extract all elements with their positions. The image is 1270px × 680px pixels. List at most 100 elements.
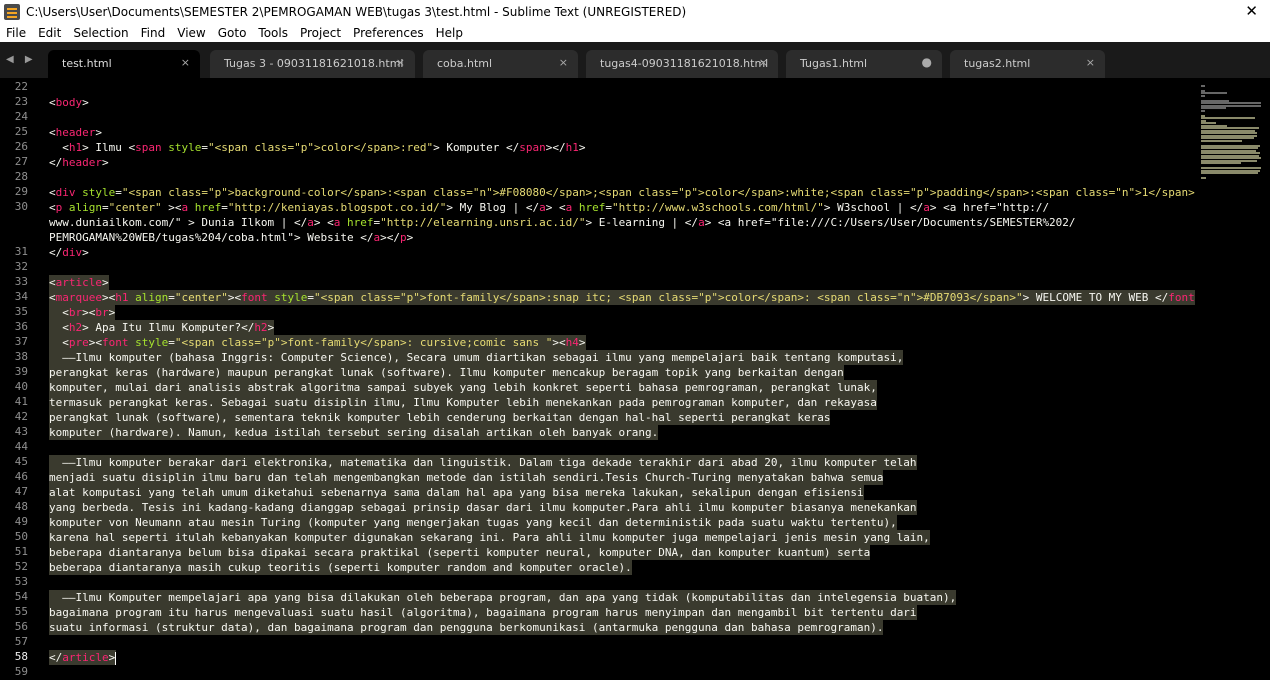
code-line[interactable]: ——Ilmu Komputer mempelajari apa yang bis… bbox=[49, 590, 957, 605]
close-window-icon[interactable]: ✕ bbox=[1245, 2, 1258, 20]
tab-tugas1-html[interactable]: Tugas1.html ● bbox=[786, 50, 942, 78]
tab-close-icon[interactable]: × bbox=[1086, 56, 1095, 69]
code-line[interactable]: <pre><font style="<span class="p">font-f… bbox=[49, 335, 586, 350]
code-line[interactable]: menjadi suatu disiplin ilmu baru dan tel… bbox=[49, 470, 884, 485]
line-number: 43 bbox=[14, 425, 28, 438]
code-line[interactable]: beberapa diantaranya masih cukup teoriti… bbox=[49, 560, 632, 575]
code-line[interactable]: <body> bbox=[49, 95, 89, 110]
code-line[interactable]: <h1> Ilmu <span style="<span class="p">c… bbox=[49, 140, 585, 155]
code-line[interactable]: PEMROGAMAN%20WEB/tugas%204/coba.html"> W… bbox=[49, 230, 413, 245]
line-number: 26 bbox=[14, 140, 28, 153]
code-line[interactable]: komputer von Neumann atau mesin Turing (… bbox=[49, 515, 897, 530]
tab-label: tugas2.html bbox=[964, 57, 1031, 70]
code-line[interactable]: <article> bbox=[49, 275, 109, 290]
code-line[interactable]: <br><br> bbox=[49, 305, 116, 320]
minimap[interactable] bbox=[1195, 78, 1270, 680]
line-number: 28 bbox=[14, 170, 28, 183]
tab-test-html[interactable]: test.html × bbox=[48, 50, 200, 78]
line-number: 27 bbox=[14, 155, 28, 168]
code-line[interactable]: <h2> Apa Itu Ilmu Komputer?</h2> bbox=[49, 320, 275, 335]
unsaved-dot-icon[interactable]: ● bbox=[922, 55, 932, 69]
tab-label: test.html bbox=[62, 57, 112, 70]
line-number: 42 bbox=[14, 410, 28, 423]
code-line[interactable]: karena hal seperti itulah kebanyakan kom… bbox=[49, 530, 930, 545]
code-line[interactable]: www.duniailkom.com/" > Dunia Ilkom | </a… bbox=[49, 215, 1076, 230]
code-line[interactable]: perangkat lunak (software), sementara te… bbox=[49, 410, 831, 425]
code-line[interactable]: termasuk perangkat keras. Sebagai suatu … bbox=[49, 395, 877, 410]
window-title: C:\Users\User\Documents\SEMESTER 2\PEMRO… bbox=[26, 5, 687, 19]
minimap-line bbox=[1201, 109, 1205, 112]
code-line[interactable]: perangkat keras (hardware) maupun perang… bbox=[49, 365, 844, 380]
tab-tugas4[interactable]: tugas4-09031181621018.html × bbox=[586, 50, 778, 78]
tab-tugas3[interactable]: Tugas 3 - 09031181621018.html × bbox=[210, 50, 415, 78]
minimap-line bbox=[1201, 162, 1241, 164]
minimap-line bbox=[1201, 177, 1206, 179]
tab-close-icon[interactable]: × bbox=[181, 56, 190, 69]
line-number: 23 bbox=[14, 95, 28, 108]
line-number: 22 bbox=[14, 80, 28, 93]
code-line[interactable]: </article> bbox=[49, 650, 117, 665]
line-number: 45 bbox=[14, 455, 28, 468]
code-editor[interactable]: 22 23 24 25 26 27 28 29 30 31 32 33 34 35 36 37 38 39 40 41… bbox=[0, 78, 1195, 680]
code-line[interactable]: <p align="center" ><a href="http://kenia… bbox=[49, 200, 1049, 215]
line-number: 29 bbox=[14, 185, 28, 198]
tab-close-icon[interactable]: × bbox=[396, 56, 405, 69]
code-line[interactable]: <marquee><h1 align="center"><font style=… bbox=[49, 290, 1195, 305]
code-line[interactable]: ——Ilmu komputer berakar dari elektronika… bbox=[49, 455, 917, 470]
minimap-line bbox=[1201, 139, 1243, 142]
line-number: 44 bbox=[14, 440, 28, 453]
line-number: 39 bbox=[14, 365, 28, 378]
line-number: 59 bbox=[14, 665, 28, 678]
line-number: 46 bbox=[14, 470, 28, 483]
line-number: 55 bbox=[14, 605, 28, 618]
line-number: 35 bbox=[14, 305, 28, 318]
line-number: 58 bbox=[14, 650, 28, 663]
title-bar: C:\Users\User\Documents\SEMESTER 2\PEMRO… bbox=[0, 0, 1270, 24]
line-number: 40 bbox=[14, 380, 28, 393]
menu-help[interactable]: Help bbox=[430, 24, 469, 42]
line-number: 51 bbox=[14, 545, 28, 558]
menu-goto[interactable]: Goto bbox=[212, 24, 253, 42]
tab-scroll-arrows-icon[interactable]: ◀ ▶ bbox=[6, 54, 37, 65]
code-line[interactable]: komputer (hardware). Namun, kedua istila… bbox=[49, 425, 659, 440]
minimap-line bbox=[1201, 117, 1255, 119]
menu-file[interactable]: File bbox=[0, 24, 32, 42]
code-line[interactable]: yang berbeda. Tesis ini kadang-kadang di… bbox=[49, 500, 917, 515]
line-number: 48 bbox=[14, 500, 28, 513]
tab-coba-html[interactable]: coba.html × bbox=[423, 50, 578, 78]
code-line[interactable]: <header> bbox=[49, 125, 102, 140]
code-line[interactable]: <div style="<span class="p">background-c… bbox=[49, 185, 1195, 200]
tab-label: coba.html bbox=[437, 57, 493, 70]
code-line[interactable]: alat komputasi yang telah umum diketahui… bbox=[49, 485, 864, 500]
tab-close-icon[interactable]: × bbox=[759, 56, 768, 69]
menu-preferences[interactable]: Preferences bbox=[347, 24, 430, 42]
menu-view[interactable]: View bbox=[171, 24, 211, 42]
tab-label: Tugas1.html bbox=[800, 57, 868, 70]
code-line[interactable]: suatu informasi (struktur data), dan bag… bbox=[49, 620, 884, 635]
tab-close-icon[interactable]: × bbox=[559, 56, 568, 69]
tab-bar: ◀ ▶ test.html × Tugas 3 - 09031181621018… bbox=[0, 42, 1270, 78]
menu-project[interactable]: Project bbox=[294, 24, 347, 42]
menu-tools[interactable]: Tools bbox=[252, 24, 294, 42]
line-number: 56 bbox=[14, 620, 28, 633]
menu-edit[interactable]: Edit bbox=[32, 24, 67, 42]
tab-label: Tugas 3 - 09031181621018.html bbox=[224, 57, 404, 70]
line-number: 33 bbox=[14, 275, 28, 288]
code-line[interactable]: komputer, mulai dari analisis abstrak al… bbox=[49, 380, 877, 395]
code-line[interactable]: bagaimana program itu harus mengevaluasi… bbox=[49, 605, 917, 620]
minimap-line bbox=[1201, 94, 1206, 97]
code-line[interactable]: </header> bbox=[49, 155, 109, 170]
menu-selection[interactable]: Selection bbox=[67, 24, 134, 42]
menu-find[interactable]: Find bbox=[135, 24, 172, 42]
minimap-line bbox=[1201, 172, 1258, 174]
line-number: 47 bbox=[14, 485, 28, 498]
menu-bar: File Edit Selection Find View Goto Tools… bbox=[0, 24, 1270, 42]
line-number: 38 bbox=[14, 350, 28, 363]
code-line[interactable]: ——Ilmu komputer (bahasa Inggris: Compute… bbox=[49, 350, 904, 365]
code-line[interactable]: </div> bbox=[49, 245, 89, 260]
line-number: 41 bbox=[14, 395, 28, 408]
code-line[interactable]: beberapa diantaranya belum bisa dipakai … bbox=[49, 545, 871, 560]
tab-tugas2-html[interactable]: tugas2.html × bbox=[950, 50, 1105, 78]
line-number: 52 bbox=[14, 560, 28, 573]
line-number: 50 bbox=[14, 530, 28, 543]
